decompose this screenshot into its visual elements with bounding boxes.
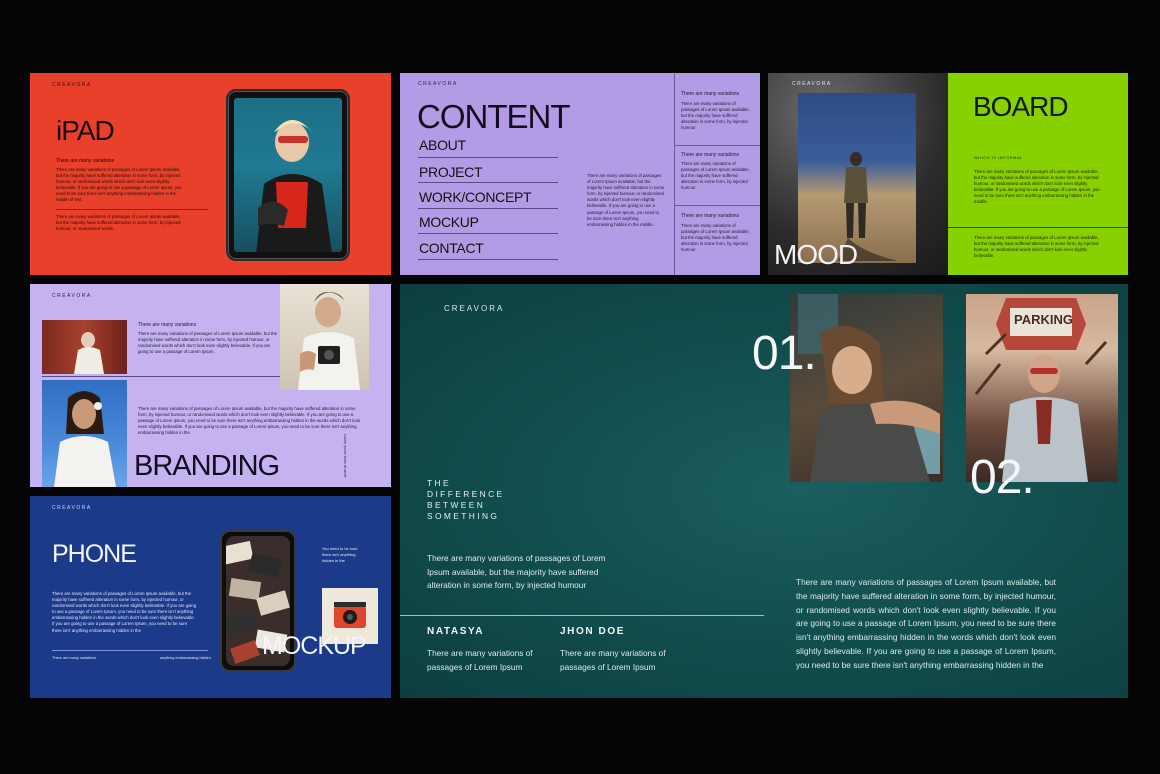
footer-right: anything embarrassing hidden: [160, 656, 211, 660]
standing-man-figure: [838, 152, 898, 261]
subhead: WHICH IS INFORMAL: [974, 155, 1023, 160]
body-text-2: There are many variations of passages of…: [974, 235, 1099, 259]
body-text: There are many variations of passages of…: [56, 167, 182, 203]
girl-arcade-photo: [790, 294, 943, 482]
divider: [418, 233, 558, 234]
slide-main[interactable]: CREAVORA 01. PARKING 02. THE DIFFERENCE …: [400, 284, 1128, 698]
body-text: There are many variations of passages of…: [52, 591, 197, 633]
divider: [400, 615, 764, 616]
girl-resting-figure: [798, 294, 940, 482]
brand-label: CREAVORA: [52, 293, 92, 299]
person2-name: JHON DOE: [560, 626, 626, 637]
divider: [42, 376, 282, 377]
slide-title: CONTENT: [417, 98, 570, 135]
sign-text: PARKING: [1014, 312, 1073, 327]
body-text-2: There are many variations of passages of…: [138, 406, 361, 436]
tagline-line: THE: [427, 478, 451, 488]
divider: [418, 259, 558, 260]
man-camera-photo: [280, 284, 369, 390]
tagline: THE DIFFERENCE BETWEEN SOMETHING: [427, 478, 505, 522]
person1-name: NATASYA: [427, 626, 485, 637]
vertical-note: Lorem ipsum dolor sit amet: [343, 434, 347, 478]
body-text: There are many variations of passages of…: [138, 331, 278, 355]
tagline-line: DIFFERENCE: [427, 489, 505, 499]
desert-photo: [798, 93, 916, 263]
brand-label: CREAVORA: [444, 304, 505, 313]
footer-left: There are many variations: [52, 656, 97, 660]
lime-panel: BOARD WHICH IS INFORMAL There are many v…: [948, 73, 1128, 275]
divider: [52, 650, 208, 651]
number-02: 02.: [970, 451, 1035, 504]
divider: [948, 227, 1128, 228]
menu-item-work-concept[interactable]: WORK/CONCEPT: [419, 189, 532, 205]
column-body: There are many variations of passages of…: [681, 101, 750, 131]
subhead: There are many variations: [56, 158, 115, 164]
slide-branding[interactable]: CREAVORA There are many variations There…: [30, 284, 391, 487]
mockup-title: MOCKUP: [262, 632, 367, 660]
slide-title: PHONE: [52, 540, 137, 568]
board-title: BOARD: [973, 91, 1069, 122]
column-body: There are many variations of passages of…: [681, 223, 750, 253]
divider: [675, 205, 760, 206]
intro-text: There are many variations of passages of…: [427, 553, 606, 591]
column-head: There are many variations: [681, 152, 740, 158]
woman-red-curtain-photo: [42, 320, 127, 374]
slide-ipad[interactable]: CREAVORA iPAD There are many variations …: [30, 73, 391, 275]
slide-phone[interactable]: CREAVORA PHONE There are many variations…: [30, 496, 391, 698]
number-01: 01.: [752, 327, 817, 380]
body-text: There are many variations of passages of…: [587, 173, 665, 227]
body-text: There are many variations of passages of…: [974, 169, 1100, 205]
person1-text: There are many variations of passages of…: [427, 648, 533, 672]
tagline-line: BETWEEN: [427, 500, 486, 510]
slide-moodboard[interactable]: CREAVORA MOOD BOARD WHICH IS INFORMAL Th…: [768, 73, 1128, 275]
column-body: There are many variations of passages of…: [681, 161, 750, 191]
subhead: There are many variations: [138, 322, 197, 328]
brand-label: CREAVORA: [792, 81, 832, 87]
side-note: You need to be sure there isn't anything…: [322, 546, 358, 564]
right-body-text: There are many variations of passages of…: [796, 577, 1056, 670]
menu-item-about[interactable]: ABOUT: [419, 137, 466, 153]
brand-label: CREAVORA: [52, 82, 92, 88]
ipad-mockup: [226, 89, 350, 261]
column-head: There are many variations: [681, 213, 740, 219]
man-with-camera-figure: [298, 292, 360, 390]
woman-white-shirt-photo: [42, 380, 127, 487]
tagline-line: SOMETHING: [427, 511, 500, 521]
column-head: There are many variations: [681, 91, 740, 97]
brand-label: CREAVORA: [52, 505, 92, 511]
divider: [418, 208, 558, 209]
woman-figure: [74, 332, 104, 374]
slide-content[interactable]: CREAVORA CONTENT ABOUT PROJECT WORK/CONC…: [400, 73, 760, 275]
ipad-screen-photo: [234, 98, 342, 252]
mood-title: MOOD: [774, 239, 858, 270]
divider: [675, 145, 760, 146]
brand-label: CREAVORA: [418, 81, 458, 87]
woman-flower-figure: [54, 391, 116, 487]
portrait-woman-sunglasses: [256, 120, 332, 252]
body-text-2: There are many variations of passages of…: [56, 214, 181, 232]
divider: [56, 209, 208, 210]
slide-title: BRANDING: [134, 450, 280, 482]
slide-title: iPAD: [56, 115, 115, 146]
person2-text: There are many variations of passages of…: [560, 648, 666, 672]
menu-item-project[interactable]: PROJECT: [419, 164, 483, 180]
right-column: There are many variations There are many…: [674, 73, 760, 275]
divider: [418, 182, 558, 183]
divider: [418, 157, 558, 158]
menu-item-mockup[interactable]: MOCKUP: [419, 214, 479, 230]
menu-item-contact[interactable]: CONTACT: [419, 240, 484, 256]
